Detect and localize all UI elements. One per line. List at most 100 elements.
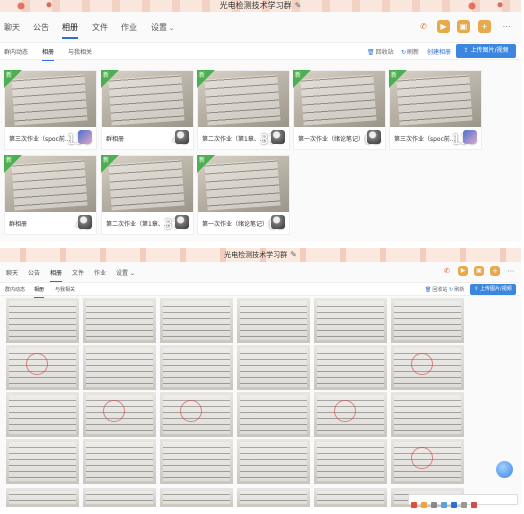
avatar [271, 130, 285, 144]
tab-files[interactable]: 文件 [72, 268, 84, 277]
upload-button[interactable]: ⇪ 上传图片/视频 [470, 284, 516, 295]
album-card[interactable]: 新 49 群相册 [101, 70, 194, 150]
ime-logo-icon[interactable] [411, 502, 417, 508]
decor-right [451, 0, 521, 12]
settings-icon[interactable] [471, 502, 477, 508]
photo-thumbnail[interactable] [237, 488, 310, 507]
emoji-icon[interactable] [421, 502, 427, 508]
photo-thumbnail[interactable] [83, 439, 156, 484]
photo-thumbnail[interactable] [160, 488, 233, 507]
video-icon[interactable]: ▶ [437, 20, 450, 33]
subtab-group-updates[interactable]: 群内动态 [4, 47, 28, 56]
tab-notice[interactable]: 公告 [28, 268, 40, 277]
tab-settings-label: 设置 [116, 270, 129, 277]
phone-icon[interactable]: ✆ [417, 20, 430, 33]
subtab-albums[interactable]: 相册 [34, 286, 45, 298]
photo-thumbnail[interactable] [237, 345, 310, 390]
photo-thumbnail[interactable] [83, 298, 156, 343]
photo-thumbnail[interactable] [391, 298, 464, 343]
mic-icon[interactable] [431, 502, 437, 508]
trash-icon: 🗑 [367, 49, 375, 56]
album-card[interactable]: 新 377 第二次作业（第1章、... [197, 70, 290, 150]
tab-chat[interactable]: 聊天 [4, 22, 20, 33]
photo-thumbnail[interactable] [391, 392, 464, 437]
photo-thumbnail[interactable] [314, 488, 387, 507]
chevron-down-icon: ⌄ [130, 270, 136, 277]
toolbox-icon[interactable] [461, 502, 467, 508]
album-card[interactable]: 新 65 第一次作业（绪论笔记） [197, 155, 290, 235]
ime-toolbar[interactable] [408, 494, 518, 508]
album-name: 第二次作业（第1章、... [106, 221, 170, 228]
album-name: 第三次作业（spoc前... [394, 136, 456, 143]
subtab-albums[interactable]: 相册 [42, 47, 55, 61]
album-card[interactable]: 新 135 第三次作业（spoc前... [389, 70, 482, 150]
tab-homework[interactable]: 作业 [121, 22, 137, 33]
title-bar[interactable]: 光电检测技术学习群 ✎ [0, 0, 521, 12]
photo-thumbnail[interactable] [160, 298, 233, 343]
tab-homework[interactable]: 作业 [94, 268, 106, 277]
photo-thumbnail[interactable] [6, 298, 79, 343]
tab-album[interactable]: 相册 [62, 22, 78, 39]
photo-thumbnail[interactable] [160, 392, 233, 437]
photo-thumbnail[interactable] [83, 392, 156, 437]
more-icon[interactable]: ⋯ [500, 20, 513, 33]
album-card[interactable]: 新 65 第一次作业（绪论笔记） [293, 70, 386, 150]
screen-share-icon[interactable]: ▣ [457, 20, 470, 33]
video-icon[interactable]: ▶ [458, 266, 468, 276]
photo-thumbnail[interactable] [6, 392, 79, 437]
refresh-label: 刷新 [454, 287, 465, 293]
photo-thumbnail[interactable] [237, 392, 310, 437]
phone-icon[interactable]: ✆ [442, 266, 452, 276]
photo-thumbnail[interactable] [6, 488, 79, 507]
photo-thumbnail[interactable] [160, 345, 233, 390]
photo-thumbnail[interactable] [237, 298, 310, 343]
keyboard-icon[interactable] [441, 502, 447, 508]
photo-thumbnail[interactable] [314, 298, 387, 343]
album-card[interactable]: 新 135 第三次作业（spoc前... [4, 70, 97, 150]
edit-icon[interactable]: ✎ [295, 1, 302, 10]
tab-album[interactable]: 相册 [50, 268, 63, 283]
recycle-bin-button[interactable]: 🗑回收站 [425, 286, 447, 293]
title-bar[interactable]: 光电检测技术学习群 ✎ [0, 248, 521, 262]
recycle-label: 回收站 [432, 287, 448, 293]
add-app-icon[interactable]: + [490, 266, 500, 276]
photo-thumbnail[interactable] [6, 439, 79, 484]
photo-thumbnail[interactable] [391, 439, 464, 484]
photo-thumbnail[interactable] [237, 439, 310, 484]
recycle-bin-button[interactable]: 🗑回收站 [367, 47, 394, 56]
refresh-button[interactable]: ↻刷新 [401, 47, 419, 56]
photo-thumbnail[interactable] [314, 392, 387, 437]
avatar [175, 215, 189, 229]
skin-icon[interactable] [451, 502, 457, 508]
refresh-button[interactable]: ↻刷新 [449, 286, 464, 293]
photo-thumbnail[interactable] [391, 345, 464, 390]
add-app-icon[interactable]: + [478, 20, 491, 33]
more-icon[interactable]: ⋯ [506, 266, 516, 276]
album-card[interactable]: 新 49 群相册 [4, 155, 97, 235]
tab-settings[interactable]: 设置 ⌄ [151, 22, 174, 33]
group-title: 光电检测技术学习群 [224, 251, 288, 259]
tab-settings[interactable]: 设置 ⌄ [116, 268, 135, 277]
tab-chat[interactable]: 聊天 [6, 268, 18, 277]
screen-share-icon[interactable]: ▣ [474, 266, 484, 276]
tab-notice[interactable]: 公告 [33, 22, 49, 33]
album-subtabs: 群内动态 相册 与我相关 🗑回收站 ↻刷新 创建相册 ⇪ 上传图片/视频 [0, 42, 521, 61]
photo-thumbnail[interactable] [314, 439, 387, 484]
main-tabs: 聊天 公告 相册 文件 作业 设置 ⌄ ✆ ▶ ▣ + ⋯ [0, 18, 521, 40]
floating-assistant-button[interactable] [496, 461, 513, 478]
upload-button[interactable]: ⇪ 上传图片/视频 [456, 44, 516, 58]
create-album-button[interactable]: 创建相册 [427, 47, 452, 56]
subtab-related[interactable]: 与我相关 [55, 286, 75, 293]
tab-files[interactable]: 文件 [92, 22, 108, 33]
subtab-group-updates[interactable]: 群内动态 [5, 286, 25, 293]
photo-thumbnail[interactable] [160, 439, 233, 484]
edit-icon[interactable]: ✎ [290, 250, 297, 259]
upload-label: 上传图片/视频 [470, 47, 509, 54]
album-card[interactable]: 新 377 第二次作业（第1章、... [101, 155, 194, 235]
photo-thumbnail[interactable] [6, 345, 79, 390]
subtab-related[interactable]: 与我相关 [68, 47, 92, 56]
photo-thumbnail[interactable] [83, 488, 156, 507]
photo-thumbnail[interactable] [83, 345, 156, 390]
album-name: 第一次作业（绪论笔记） [298, 136, 364, 143]
photo-thumbnail[interactable] [314, 345, 387, 390]
